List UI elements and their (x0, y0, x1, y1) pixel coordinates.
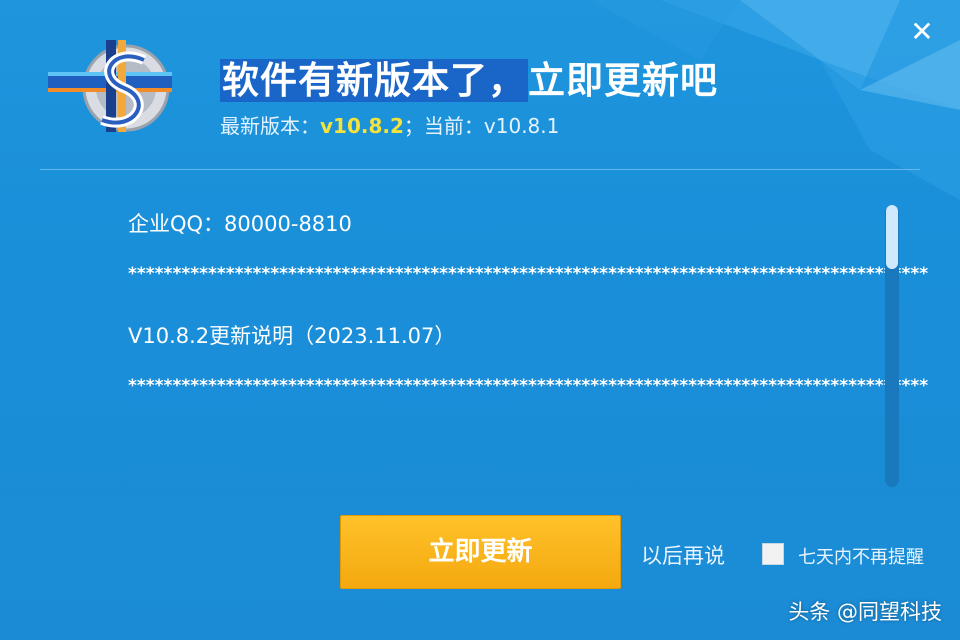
title-highlight: 软件有新版本了， (220, 59, 528, 102)
version-info: 最新版本：v10.8.2；当前：v10.8.1 (220, 110, 559, 139)
latest-version-value: v10.8.2 (320, 114, 404, 138)
scrollbar-thumb[interactable] (886, 205, 898, 269)
current-version-value: v10.8.1 (483, 114, 560, 138)
current-version-label: 当前： (423, 114, 484, 138)
separator-line: ****************************************… (128, 376, 929, 396)
scrollbar[interactable] (885, 205, 899, 487)
update-dialog: ✕ 软件有新版本了，立即更新吧 最新版本：v10.8.2；当前：v10.8.1 … (0, 0, 960, 640)
app-logo (48, 40, 172, 132)
remind-later-link[interactable]: 以后再说 (641, 540, 725, 570)
version-separator: ； (403, 114, 424, 138)
watermark: 头条 @同望科技 (788, 600, 942, 624)
update-now-button[interactable]: 立即更新 (340, 515, 621, 589)
header-divider (40, 169, 920, 170)
title-rest: 立即更新吧 (528, 59, 718, 102)
page-title: 软件有新版本了，立即更新吧 (220, 50, 718, 104)
close-button[interactable]: ✕ (908, 18, 936, 46)
no-remind-checkbox[interactable] (762, 543, 784, 565)
latest-version-label: 最新版本： (220, 114, 320, 138)
release-notes: 企业QQ：80000-8810 ************************… (128, 200, 928, 490)
no-remind-label[interactable]: 七天内不再提醒 (798, 543, 924, 569)
close-icon: ✕ (910, 15, 934, 48)
contact-line: 企业QQ：80000-8810 (128, 212, 352, 236)
release-notes-heading: V10.8.2更新说明（2023.11.07） (128, 324, 456, 348)
separator-line: ****************************************… (128, 264, 929, 284)
